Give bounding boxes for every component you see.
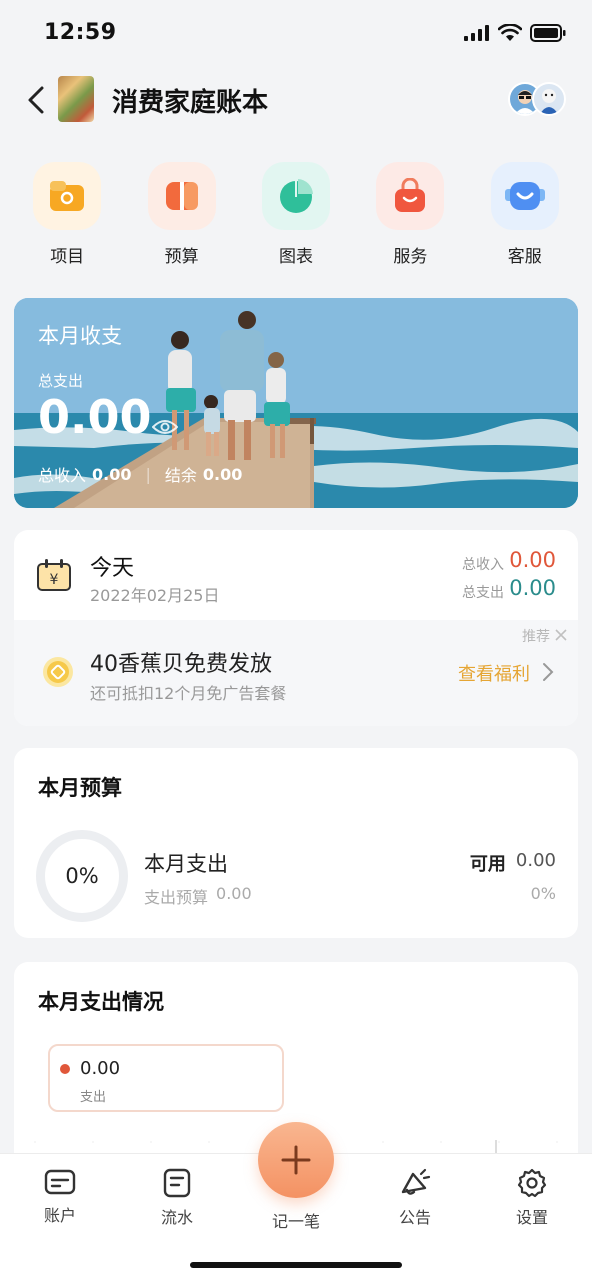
quick-menu: 项目 预算 图表 服务 客服 bbox=[0, 162, 592, 267]
today-card[interactable]: ¥ 今天 2022年02月25日 总收入 0.00 总支出 0.00 推荐 40… bbox=[14, 530, 578, 726]
today-expense-label: 总支出 bbox=[462, 585, 504, 601]
tab-add-record[interactable]: 记一笔 bbox=[251, 1194, 341, 1232]
quick-item-support[interactable]: 客服 bbox=[475, 162, 575, 267]
promo-subtitle: 还可抵扣12个月免广告套餐 bbox=[90, 684, 287, 703]
folder-icon bbox=[33, 162, 102, 230]
budget-progress-ring: 0% bbox=[36, 830, 128, 922]
add-record-button[interactable] bbox=[258, 1122, 334, 1198]
receipt-icon bbox=[163, 1168, 191, 1198]
shopping-bag-icon bbox=[376, 162, 445, 230]
spending-title: 本月支出情况 bbox=[38, 990, 164, 1014]
tab-settings[interactable]: 设置 bbox=[487, 1168, 577, 1228]
avatar bbox=[532, 82, 566, 116]
budget-name: 本月支出 bbox=[144, 852, 228, 876]
battery-icon bbox=[530, 24, 566, 42]
banner-title: 本月收支 bbox=[38, 324, 122, 348]
quick-item-budget[interactable]: 预算 bbox=[132, 162, 232, 267]
spending-label: 支出 bbox=[80, 1090, 107, 1105]
spending-legend-box[interactable]: 0.00 支出 bbox=[48, 1044, 284, 1112]
tab-account[interactable]: 账户 bbox=[15, 1168, 105, 1226]
today-title: 今天 bbox=[90, 556, 135, 581]
budget-available: 可用 0.00 bbox=[469, 850, 556, 875]
legend-dot bbox=[60, 1064, 70, 1074]
promo-action-link[interactable]: 查看福利 bbox=[458, 660, 530, 686]
banner-expense-label: 总支出 bbox=[38, 372, 84, 390]
monthly-summary-banner[interactable]: 本月收支 总支出 0.00 总收入 0.00 | 结余 0.00 bbox=[14, 298, 578, 508]
budget-icon bbox=[147, 162, 216, 230]
budget-title: 本月预算 bbox=[38, 776, 122, 800]
pie-chart-icon bbox=[261, 162, 330, 230]
quick-item-service[interactable]: 服务 bbox=[360, 162, 460, 267]
budget-sub: 支出预算 0.00 bbox=[144, 884, 252, 907]
signal-icon bbox=[464, 25, 489, 41]
budget-available-percent: 0% bbox=[530, 884, 556, 903]
quick-item-chart[interactable]: 图表 bbox=[246, 162, 346, 267]
member-avatars[interactable] bbox=[508, 82, 568, 118]
home-indicator bbox=[190, 1262, 402, 1268]
today-income-label: 总收入 bbox=[462, 557, 504, 573]
promo-banner[interactable]: 推荐 40香蕉贝免费发放 还可抵扣12个月免广告套餐 查看福利 bbox=[14, 620, 578, 726]
banner-income-row: 总收入 0.00 | 结余 0.00 bbox=[38, 464, 243, 486]
gear-icon bbox=[517, 1168, 547, 1198]
plus-icon bbox=[281, 1145, 311, 1175]
quick-item-project[interactable]: 项目 bbox=[17, 162, 117, 267]
coin-icon bbox=[43, 657, 73, 687]
megaphone-icon bbox=[401, 1168, 431, 1195]
tab-notice[interactable]: 公告 bbox=[370, 1168, 460, 1228]
eye-icon[interactable] bbox=[152, 418, 178, 436]
promo-title: 40香蕉贝免费发放 bbox=[90, 652, 272, 677]
card-icon bbox=[44, 1169, 76, 1195]
status-icons bbox=[464, 24, 566, 42]
budget-card[interactable]: 本月预算 0% 本月支出 支出预算 0.00 可用 0.00 0% bbox=[14, 748, 578, 938]
today-date: 2022年02月25日 bbox=[90, 586, 220, 605]
calendar-icon: ¥ bbox=[37, 559, 71, 591]
chevron-right-icon bbox=[543, 663, 554, 681]
chevron-left-icon bbox=[28, 86, 44, 114]
tab-transactions[interactable]: 流水 bbox=[132, 1168, 222, 1228]
page-title[interactable]: 消费家庭账本 bbox=[112, 82, 268, 119]
banner-expense-amount: 0.00 bbox=[38, 390, 152, 444]
promo-tag: 推荐 bbox=[522, 629, 550, 645]
back-button[interactable] bbox=[22, 84, 52, 116]
svg-text:¥: ¥ bbox=[50, 572, 59, 588]
book-cover-image[interactable] bbox=[58, 76, 94, 122]
status-time: 12:59 bbox=[44, 20, 117, 45]
today-income-value: 0.00 bbox=[509, 548, 556, 572]
wifi-icon bbox=[498, 24, 522, 41]
close-icon[interactable] bbox=[554, 628, 568, 642]
spending-value: 0.00 bbox=[80, 1058, 121, 1079]
today-expense-value: 0.00 bbox=[509, 576, 556, 600]
robot-icon bbox=[490, 162, 559, 230]
